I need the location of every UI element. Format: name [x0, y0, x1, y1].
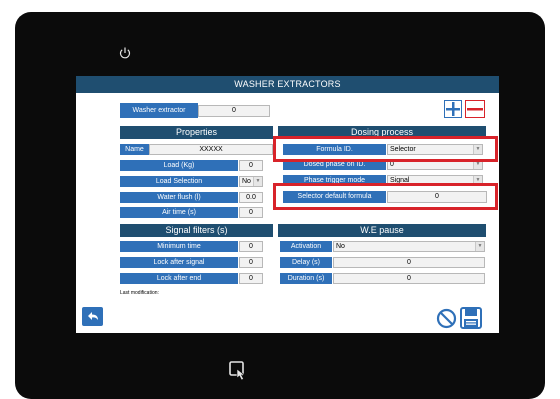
signal-filters-header: Signal filters (s) — [120, 224, 273, 237]
min-time-label: Minimum time — [120, 241, 238, 252]
hmi-screen: WASHER EXTRACTORS Washer extractor 0 Pro… — [76, 76, 499, 333]
selector-default-highlight — [273, 183, 498, 210]
load-selection-label: Load Selection — [120, 176, 238, 187]
name-field[interactable]: XXXXX — [149, 144, 273, 155]
dosed-phase-value: 0 — [390, 161, 394, 168]
delay-label: Delay (s) — [280, 257, 332, 268]
name-label: Name — [120, 144, 149, 155]
chevron-down-icon: ▼ — [253, 177, 262, 186]
back-arrow-icon[interactable] — [82, 307, 103, 326]
save-icon[interactable] — [460, 307, 482, 329]
duration-value[interactable]: 0 — [333, 273, 485, 284]
duration-label: Duration (s) — [280, 273, 332, 284]
properties-header: Properties — [120, 126, 273, 139]
last-modification-text: Last modification: — [120, 290, 159, 296]
chevron-down-icon: ▼ — [475, 242, 484, 251]
we-pause-header: W.E pause — [278, 224, 486, 237]
power-icon[interactable] — [118, 46, 132, 60]
water-flush-label: Water flush (l) — [120, 192, 238, 203]
touch-icon — [229, 360, 251, 382]
lock-after-end-value[interactable]: 0 — [239, 273, 263, 284]
washer-extractor-value[interactable]: 0 — [198, 105, 270, 117]
load-label: Load (Kg) — [120, 160, 238, 171]
plus-icon[interactable] — [444, 100, 462, 118]
air-time-label: Air time (s) — [120, 207, 238, 218]
washer-extractor-label: Washer extractor — [120, 103, 198, 118]
lock-after-signal-label: Lock after signal — [120, 257, 238, 268]
air-time-value[interactable]: 0 — [239, 207, 263, 218]
load-selection-value: No — [242, 178, 251, 185]
water-flush-value[interactable]: 0.0 — [239, 192, 263, 203]
cancel-icon[interactable] — [436, 308, 457, 329]
load-value[interactable]: 0 — [239, 160, 263, 171]
delay-value[interactable]: 0 — [333, 257, 485, 268]
activation-dropdown[interactable]: No ▼ — [333, 241, 485, 252]
minus-icon[interactable] — [465, 100, 485, 118]
window-title: WASHER EXTRACTORS — [76, 76, 499, 93]
formula-id-highlight — [273, 136, 498, 162]
activation-value: No — [336, 243, 345, 250]
lock-after-signal-value[interactable]: 0 — [239, 257, 263, 268]
lock-after-end-label: Lock after end — [120, 273, 238, 284]
min-time-value[interactable]: 0 — [239, 241, 263, 252]
activation-label: Activation — [280, 241, 332, 252]
load-selection-dropdown[interactable]: No ▼ — [239, 176, 263, 187]
